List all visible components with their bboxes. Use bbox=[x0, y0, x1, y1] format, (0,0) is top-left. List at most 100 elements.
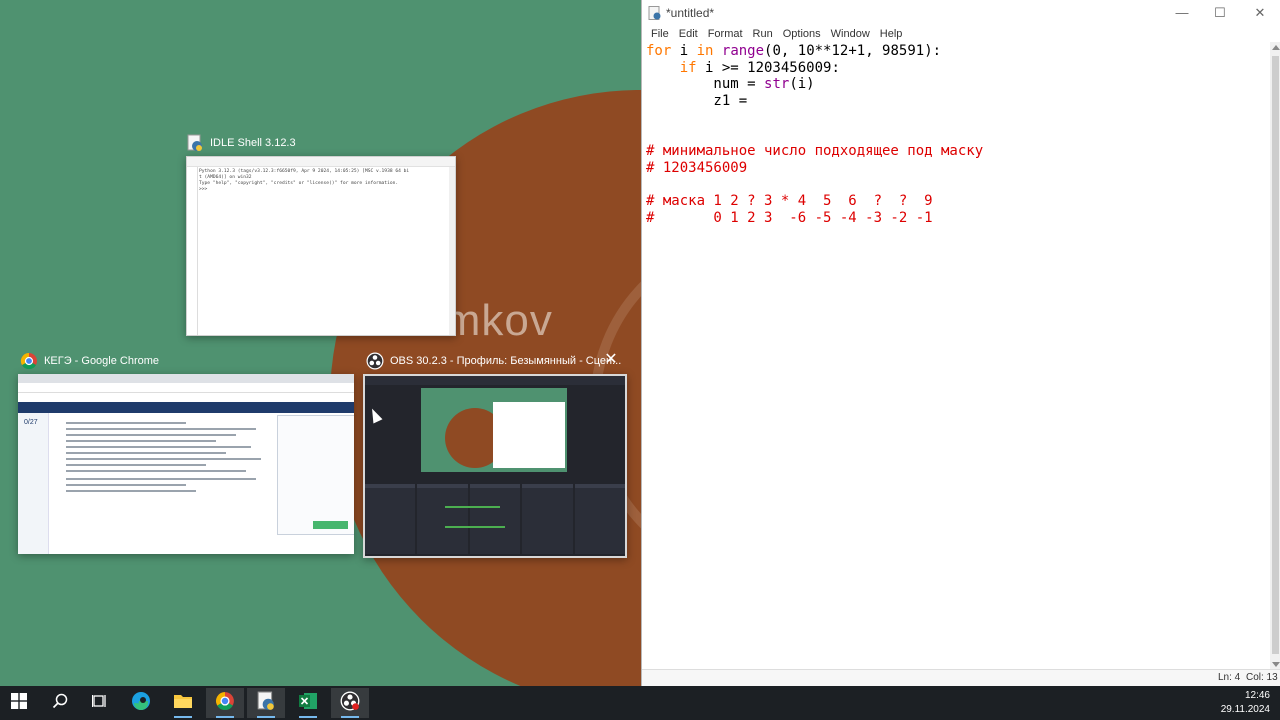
menu-run[interactable]: Run bbox=[748, 26, 778, 42]
code-line[interactable] bbox=[646, 177, 1266, 194]
start-button[interactable] bbox=[0, 688, 38, 718]
obs-dock-mixer bbox=[469, 484, 521, 554]
system-clock[interactable]: 12:46 29.11.2024 bbox=[1221, 689, 1270, 717]
code-line[interactable]: # минимальное число подходящее под маску bbox=[646, 143, 1266, 160]
code-token: z1 = bbox=[646, 93, 756, 110]
taskbar: 12:46 29.11.2024 bbox=[0, 686, 1280, 720]
menu-help[interactable]: Help bbox=[875, 26, 908, 42]
menu-file[interactable]: File bbox=[646, 26, 674, 42]
code-line[interactable] bbox=[646, 126, 1266, 143]
code-line[interactable]: num = str(i) bbox=[646, 76, 1266, 93]
code-token: # маска 1 2 ? 3 * 4 5 6 ? ? 9 bbox=[646, 193, 933, 210]
chrome-thumbnail[interactable]: 0/27 bbox=[18, 374, 354, 554]
kege-text-line bbox=[66, 446, 251, 448]
code-token: # минимальное число подходящее под маску bbox=[646, 143, 984, 160]
kege-sidebar bbox=[18, 413, 49, 554]
kege-header-bar bbox=[18, 402, 354, 413]
scrollbar-thumb[interactable] bbox=[1272, 56, 1279, 654]
kege-save-answer-button bbox=[313, 521, 348, 529]
kege-answer-panel bbox=[277, 415, 354, 535]
code-line[interactable]: for i in range(0, 10**12+1, 98591): bbox=[646, 43, 1266, 60]
code-token: i >= 1203456009: bbox=[696, 59, 840, 76]
obs-thumb-title[interactable]: OBS 30.2.3 - Профиль: Безымянный - Сцен.… bbox=[366, 352, 621, 370]
obs-audio-meter bbox=[445, 526, 505, 528]
menu-edit[interactable]: Edit bbox=[674, 26, 703, 42]
code-token: (i) bbox=[789, 76, 815, 93]
editor-statusbar: Ln: 4 Col: 13 bbox=[642, 669, 1280, 686]
obs-dock-controls bbox=[574, 484, 625, 554]
code-editor[interactable]: for i in range(0, 10**12+1, 98591): if i… bbox=[642, 42, 1270, 670]
idle-shell-scrollbar bbox=[449, 167, 455, 335]
maximize-button[interactable]: ☐ bbox=[1200, 4, 1240, 22]
obs-preview bbox=[421, 388, 567, 472]
idle-shell-thumb-title[interactable]: IDLE Shell 3.12.3 bbox=[186, 134, 296, 152]
obs-button[interactable] bbox=[331, 688, 369, 718]
menu-window[interactable]: Window bbox=[826, 26, 875, 42]
kege-text-line bbox=[66, 478, 256, 480]
idle-button[interactable] bbox=[247, 688, 285, 718]
task-view-button[interactable] bbox=[81, 688, 119, 718]
search-icon bbox=[52, 693, 68, 714]
code-line[interactable]: # маска 1 2 ? 3 * 4 5 6 ? ? 9 bbox=[646, 193, 1266, 210]
clock-date: 29.11.2024 bbox=[1220, 704, 1270, 715]
chrome-button[interactable] bbox=[206, 688, 244, 718]
obs-audio-meter bbox=[445, 506, 500, 508]
task-view-icon bbox=[92, 693, 108, 714]
code-token: # 1203456009 bbox=[646, 159, 748, 176]
idle-editor-window[interactable]: *untitled* — ☐ ✕ File Edit Format Run Op… bbox=[641, 0, 1280, 686]
edge-button[interactable] bbox=[122, 688, 160, 718]
obs-thumbnail[interactable] bbox=[363, 374, 627, 558]
close-button[interactable]: ✕ bbox=[1240, 4, 1280, 22]
scroll-down-arrow-icon[interactable] bbox=[1272, 662, 1280, 667]
excel-button[interactable] bbox=[289, 688, 327, 718]
status-col: Col: 13 bbox=[1246, 672, 1278, 683]
chrome-thumb-title[interactable]: КЕГЭ - Google Chrome bbox=[20, 352, 159, 370]
code-line[interactable]: if i >= 1203456009: bbox=[646, 60, 1266, 77]
obs-docks bbox=[365, 484, 625, 554]
code-token: num = bbox=[646, 76, 765, 93]
kege-text-line bbox=[66, 440, 216, 442]
obs-preview-window bbox=[493, 402, 565, 468]
obs-menubar bbox=[365, 376, 625, 385]
clock-time: 12:46 bbox=[1244, 690, 1270, 701]
chrome-thumb-label: КЕГЭ - Google Chrome bbox=[44, 355, 160, 367]
chrome-address-bar bbox=[18, 383, 354, 393]
code-line[interactable]: z1 = bbox=[646, 93, 1266, 110]
vertical-scrollbar[interactable] bbox=[1270, 42, 1280, 670]
idle-shell-output: Python 3.12.3 (tags/v3.12.3:f6650f9, Apr… bbox=[199, 169, 449, 193]
obs-dock-scenes bbox=[365, 484, 416, 554]
code-token: in bbox=[696, 43, 714, 59]
kege-text-line bbox=[66, 458, 261, 460]
search-button[interactable] bbox=[41, 688, 79, 718]
kege-text-line bbox=[66, 470, 246, 472]
idle-shell-thumbnail[interactable]: Python 3.12.3 (tags/v3.12.3:f6650f9, Apr… bbox=[186, 156, 456, 336]
file-explorer-button[interactable] bbox=[164, 688, 202, 718]
menu-format[interactable]: Format bbox=[703, 26, 748, 42]
code-line[interactable]: # 0 1 2 3 -6 -5 -4 -3 -2 -1 bbox=[646, 210, 1266, 227]
idle-shell-thumb-label: IDLE Shell 3.12.3 bbox=[210, 137, 296, 149]
scroll-up-arrow-icon[interactable] bbox=[1271, 45, 1280, 50]
code-line[interactable] bbox=[646, 110, 1266, 127]
kege-text-line bbox=[66, 464, 206, 466]
editor-menubar: File Edit Format Run Options Window Help bbox=[642, 26, 1280, 42]
editor-title: *untitled* bbox=[666, 6, 715, 20]
kege-counter: 0/27 bbox=[24, 419, 38, 426]
obs-dock-sources bbox=[417, 484, 468, 554]
menu-options[interactable]: Options bbox=[778, 26, 826, 42]
obs-icon bbox=[340, 691, 360, 716]
kege-text-line bbox=[66, 490, 196, 492]
kege-text-line bbox=[66, 452, 226, 454]
code-token: for bbox=[646, 43, 672, 59]
kege-text-line bbox=[66, 422, 186, 424]
minimize-button[interactable]: — bbox=[1162, 4, 1202, 22]
idle-shell-menubar bbox=[187, 157, 455, 167]
edge-icon bbox=[131, 691, 151, 716]
python-idle-icon bbox=[186, 134, 204, 152]
shell-line: >>> bbox=[199, 187, 208, 192]
code-token: i bbox=[671, 43, 697, 59]
obs-thumb-close-button[interactable]: ✕ bbox=[604, 352, 618, 368]
code-token: range bbox=[721, 43, 765, 59]
code-line[interactable]: # 1203456009 bbox=[646, 160, 1266, 177]
